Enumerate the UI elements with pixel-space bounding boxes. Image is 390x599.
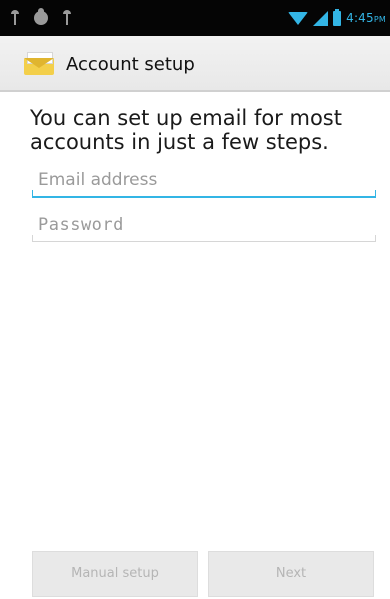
- email-envelope-icon[interactable]: [24, 52, 54, 76]
- usb-icon: [62, 10, 72, 26]
- battery-icon: [333, 8, 342, 26]
- status-time-suffix: PM: [373, 15, 386, 24]
- action-bar: Account setup: [0, 36, 390, 92]
- status-time: 4:45PM: [346, 11, 386, 25]
- password-field[interactable]: [32, 208, 376, 242]
- notification-icons: [10, 8, 72, 28]
- email-input[interactable]: [32, 164, 376, 196]
- debug-icon: [34, 8, 48, 25]
- status-time-value: 4:45: [346, 11, 374, 25]
- usb-icon: [10, 10, 20, 26]
- signal-icon: [313, 10, 329, 26]
- email-field[interactable]: [32, 164, 376, 198]
- envelope-flap: [24, 58, 54, 68]
- wifi-icon: [288, 11, 309, 25]
- system-icons: 4:45PM: [288, 8, 386, 28]
- next-button[interactable]: Next: [208, 551, 374, 597]
- setup-instructions: You can set up email for most accounts i…: [30, 106, 342, 154]
- manual-setup-button[interactable]: Manual setup: [32, 551, 198, 597]
- password-input[interactable]: [32, 208, 376, 241]
- status-bar: 4:45PM: [0, 0, 390, 36]
- account-setup-screen: 4:45PM Account setup You can set up emai…: [0, 0, 390, 599]
- page-title: Account setup: [66, 54, 195, 75]
